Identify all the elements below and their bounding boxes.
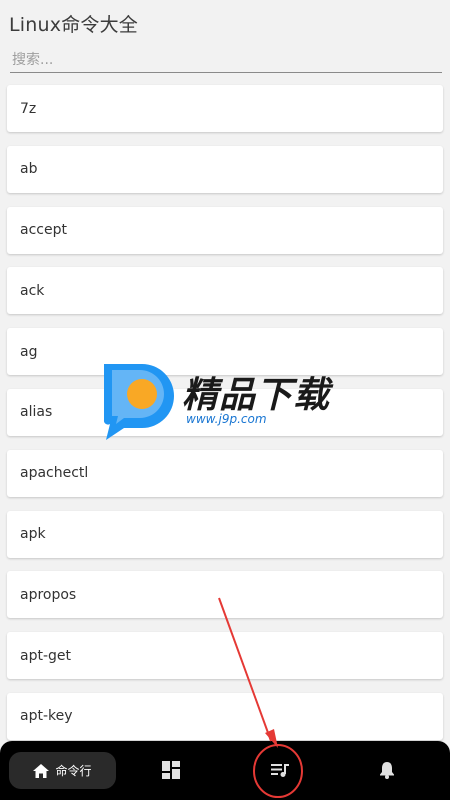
playlist-icon <box>271 764 289 777</box>
bell-icon <box>380 762 394 779</box>
list-item[interactable]: apachectl <box>7 449 443 497</box>
command-name: apt-key <box>20 708 73 725</box>
bottom-nav: 命令行 <box>0 741 450 800</box>
nav-notifications-button[interactable] <box>375 758 399 782</box>
nav-home-label: 命令行 <box>55 764 92 778</box>
command-name: 7z <box>20 100 37 117</box>
search-input[interactable] <box>10 48 442 73</box>
list-item[interactable]: 7z <box>7 85 443 132</box>
command-list: 7z ab accept ack ag alias apachectl apk … <box>7 85 443 754</box>
list-item[interactable]: apropos <box>7 571 443 619</box>
command-name: apt-get <box>20 647 71 664</box>
dashboard-icon <box>162 761 180 779</box>
list-item[interactable]: ag <box>7 328 443 376</box>
list-item[interactable]: ab <box>7 145 443 193</box>
list-item[interactable]: ack <box>7 267 443 315</box>
command-name: alias <box>20 404 53 421</box>
list-item[interactable]: accept <box>7 206 443 254</box>
list-item[interactable]: apt-key <box>7 692 443 740</box>
command-name: ab <box>20 161 38 178</box>
list-item[interactable]: alias <box>7 388 443 436</box>
nav-playlist-button[interactable] <box>268 758 292 782</box>
command-name: ag <box>20 343 38 360</box>
nav-dashboard-button[interactable] <box>159 758 183 782</box>
command-name: accept <box>20 222 67 239</box>
command-name: apropos <box>20 586 77 603</box>
command-name: ack <box>20 282 45 299</box>
command-name: apk <box>20 526 46 543</box>
home-icon <box>33 763 50 778</box>
list-item[interactable]: apk <box>7 510 443 558</box>
command-name: apachectl <box>20 465 89 482</box>
list-item[interactable]: apt-get <box>7 632 443 680</box>
nav-command-line-button[interactable]: 命令行 <box>9 752 116 789</box>
app-title: Linux命令大全 <box>9 14 138 36</box>
